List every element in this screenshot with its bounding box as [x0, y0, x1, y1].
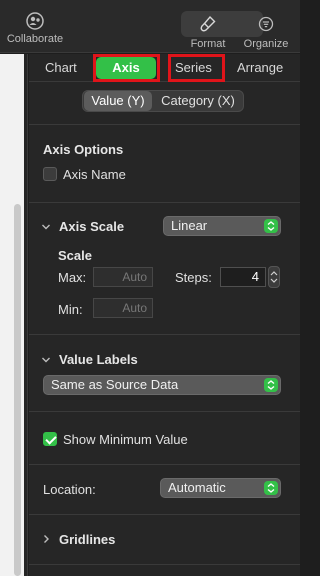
tab-chart[interactable]: Chart: [45, 60, 77, 75]
axis-tab-highlight-box: [93, 54, 160, 82]
value-labels-title: Value Labels: [59, 352, 138, 367]
popup-arrows-icon: [264, 378, 278, 392]
divider: [29, 564, 300, 565]
axis-scale-popup[interactable]: Linear: [163, 216, 281, 236]
collaborate-label: Collaborate: [6, 33, 64, 45]
tab-arrange[interactable]: Arrange: [237, 60, 283, 75]
axis-name-checkbox[interactable]: [43, 167, 57, 181]
axis-name-label: Axis Name: [63, 167, 126, 182]
chevron-down-icon[interactable]: [41, 222, 51, 232]
gridlines-title[interactable]: Gridlines: [59, 532, 115, 547]
show-minimum-label: Show Minimum Value: [63, 432, 188, 447]
collaborate-icon: [23, 10, 47, 32]
scale-heading: Scale: [58, 248, 92, 263]
divider: [29, 514, 300, 515]
axis-scale-title: Axis Scale: [59, 219, 125, 234]
divider: [29, 334, 300, 335]
steps-label: Steps:: [175, 270, 212, 285]
document-scrollbar[interactable]: [14, 204, 21, 576]
location-label: Location:: [43, 482, 96, 497]
organize-button[interactable]: Organize: [238, 11, 294, 50]
divider: [29, 124, 300, 125]
value-label-format-value: Same as Source Data: [51, 377, 179, 392]
stepper-arrows-icon: [270, 271, 278, 283]
format-label: Format: [190, 38, 226, 50]
min-label: Min:: [58, 302, 83, 317]
divider: [29, 202, 300, 203]
min-field[interactable]: Auto: [93, 298, 153, 318]
chevron-down-icon[interactable]: [41, 355, 51, 365]
axis-selector: Value (Y) Category (X): [82, 90, 244, 112]
format-button[interactable]: Format: [181, 11, 235, 50]
steps-stepper[interactable]: [268, 266, 280, 288]
paintbrush-icon: [181, 11, 235, 37]
popup-arrows-icon: [264, 219, 278, 233]
location-value: Automatic: [168, 480, 226, 495]
toolbar: Collaborate Format Organize: [0, 0, 300, 53]
location-popup[interactable]: Automatic: [160, 478, 281, 498]
series-tab-highlight-box: [168, 54, 225, 82]
category-x-segment[interactable]: Category (X): [153, 91, 243, 111]
divider: [29, 411, 300, 412]
chevron-right-icon[interactable]: [41, 534, 51, 544]
axis-scale-value: Linear: [171, 218, 208, 233]
steps-field[interactable]: 4: [220, 267, 266, 287]
document-canvas-edge: [0, 54, 28, 576]
organize-label: Organize: [243, 38, 289, 50]
collaborate-button[interactable]: Collaborate: [4, 10, 66, 45]
value-label-format-popup[interactable]: Same as Source Data: [43, 375, 281, 395]
max-field[interactable]: Auto: [93, 267, 153, 287]
organize-icon: [238, 11, 294, 37]
popup-arrows-icon: [264, 481, 278, 495]
axis-options-title: Axis Options: [43, 142, 124, 157]
inspector-tabs: Chart Axis Series Arrange: [29, 54, 300, 82]
format-inspector: Chart Axis Series Arrange Value (Y) Cate…: [29, 54, 300, 576]
value-y-segment[interactable]: Value (Y): [84, 91, 152, 111]
show-minimum-checkbox[interactable]: [43, 432, 57, 446]
max-label: Max:: [58, 270, 87, 285]
divider: [29, 464, 300, 465]
